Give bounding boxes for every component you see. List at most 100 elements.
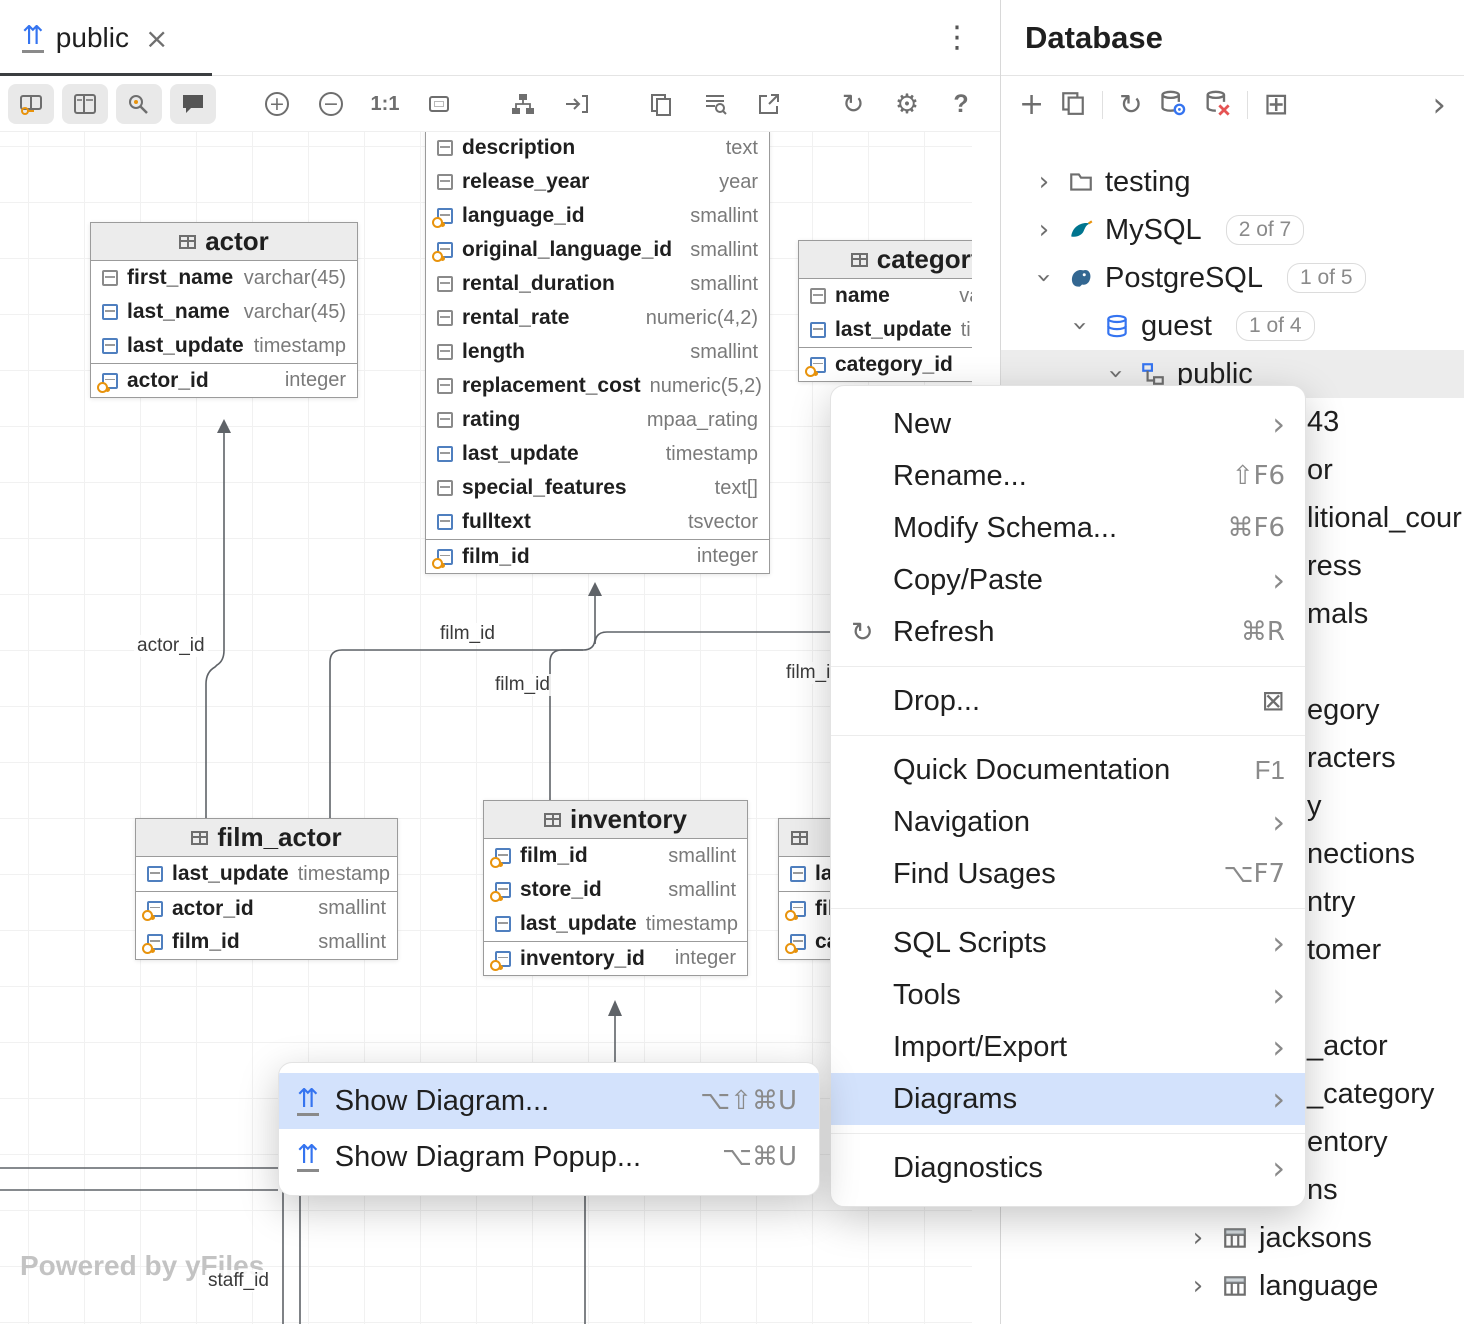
table-row[interactable]: last_updatetimestamp: [799, 313, 972, 347]
menu-item-refresh[interactable]: ↻Refresh⌘R: [831, 606, 1305, 658]
tree-item-partial[interactable]: ›: [1001, 1310, 1464, 1324]
table-row[interactable]: original_language_idsmallint: [426, 233, 769, 267]
chevron-right-icon[interactable]: ›: [1031, 217, 1057, 243]
table-node-category[interactable]: category namevarchar last_updatetimestam…: [798, 240, 972, 382]
refresh-button[interactable]: ↻: [830, 84, 876, 124]
show-keys-button[interactable]: [116, 84, 162, 124]
table-row[interactable]: lengthsmallint: [426, 335, 769, 369]
table-row[interactable]: rental_durationsmallint: [426, 267, 769, 301]
table-row[interactable]: last_updatetimestamp: [136, 857, 397, 891]
table-row[interactable]: special_featurestext[]: [426, 471, 769, 505]
table-row[interactable]: fulltexttsvector: [426, 505, 769, 539]
tree-item-mysql[interactable]: › MySQL 2 of 7: [1001, 206, 1464, 254]
table-row[interactable]: first_namevarchar(45): [91, 261, 357, 295]
actual-size-button[interactable]: 1:1: [362, 84, 408, 124]
menu-item-copy-paste[interactable]: Copy/Paste›: [831, 554, 1305, 606]
table-row[interactable]: category_id: [799, 347, 972, 381]
menu-item-rename[interactable]: Rename...⇧F6: [831, 450, 1305, 502]
table-row[interactable]: film_idinteger: [426, 539, 769, 573]
menu-item-tools[interactable]: Tools›: [831, 969, 1305, 1021]
show-key-columns-button[interactable]: [8, 84, 54, 124]
close-tab-icon[interactable]: ×: [145, 22, 168, 55]
settings-button[interactable]: ⚙: [884, 84, 930, 124]
table-row[interactable]: last_updatetimestamp: [91, 329, 357, 363]
chevron-down-icon[interactable]: ›: [1067, 313, 1093, 339]
table-row[interactable]: release_yearyear: [426, 165, 769, 199]
column-name: store_id: [520, 878, 602, 902]
table-node-film[interactable]: descriptiontext release_yearyear languag…: [425, 132, 770, 574]
menu-item-new[interactable]: New›: [831, 398, 1305, 450]
connection-count-badge: 2 of 7: [1226, 215, 1305, 245]
chevron-right-icon[interactable]: ›: [1185, 1273, 1211, 1299]
table-row[interactable]: namevarchar: [799, 279, 972, 313]
table-header[interactable]: actor: [91, 223, 357, 261]
tree-item-guest[interactable]: › guest 1 of 4: [1001, 302, 1464, 350]
show-column-properties-button[interactable]: [62, 84, 108, 124]
table-row[interactable]: film_idsmallint: [136, 925, 397, 959]
tree-item-jacksons[interactable]: › jacksons: [1001, 1214, 1464, 1262]
table-row[interactable]: last_namevarchar(45): [91, 295, 357, 329]
table-header[interactable]: film_actor: [136, 819, 397, 857]
table-row[interactable]: actor_idinteger: [91, 363, 357, 397]
table-node-actor[interactable]: actor first_namevarchar(45) last_namevar…: [90, 222, 358, 398]
table-row[interactable]: replacement_costnumeric(5,2): [426, 369, 769, 403]
table-row[interactable]: ratingmpaa_rating: [426, 403, 769, 437]
table-row[interactable]: store_idsmallint: [484, 873, 747, 907]
editor-options-icon[interactable]: ⋮: [942, 20, 972, 55]
chevron-down-icon[interactable]: ›: [1103, 361, 1129, 387]
duplicate-button[interactable]: [1060, 90, 1086, 121]
menu-item-show-diagram[interactable]: ⇈ Show Diagram... ⌥⇧⌘U: [279, 1073, 819, 1129]
tree-item-label: 43: [1307, 406, 1339, 439]
route-edges-button[interactable]: [554, 84, 600, 124]
table-header[interactable]: inventory: [484, 801, 747, 839]
chevron-down-icon[interactable]: ›: [1031, 265, 1057, 291]
menu-item-navigation[interactable]: Navigation›: [831, 796, 1305, 848]
table-row[interactable]: inventory_idinteger: [484, 941, 747, 975]
menu-item-sql-scripts[interactable]: SQL Scripts›: [831, 917, 1305, 969]
copy-diagram-button[interactable]: [638, 84, 684, 124]
connection-count-badge: 1 of 5: [1287, 263, 1366, 293]
table-row[interactable]: rental_ratenumeric(4,2): [426, 301, 769, 335]
zoom-out-button[interactable]: −: [308, 84, 354, 124]
panel-more-chevron-icon[interactable]: ›: [1432, 88, 1446, 122]
open-in-new-window-button[interactable]: [746, 84, 792, 124]
menu-item-import-export[interactable]: Import/Export›: [831, 1021, 1305, 1073]
show-comments-button[interactable]: [170, 84, 216, 124]
fit-content-button[interactable]: [416, 84, 462, 124]
table-row[interactable]: descriptiontext: [426, 132, 769, 165]
menu-item-show-diagram-popup[interactable]: ⇈ Show Diagram Popup... ⌥⌘U: [279, 1129, 819, 1185]
table-node-film-actor[interactable]: film_actor last_updatetimestamp actor_id…: [135, 818, 398, 960]
tree-item-language[interactable]: › language: [1001, 1262, 1464, 1310]
menu-item-modify-schema[interactable]: Modify Schema...⌘F6: [831, 502, 1305, 554]
table-node-inventory[interactable]: inventory film_idsmallint store_idsmalli…: [483, 800, 748, 976]
new-datasource-button[interactable]: +: [1019, 90, 1044, 120]
menu-item-find-usages[interactable]: Find Usages⌥F7: [831, 848, 1305, 900]
chevron-right-icon[interactable]: ›: [1185, 1225, 1211, 1251]
tab-public[interactable]: ⇈ public ×: [0, 0, 188, 76]
column-name: inventory_id: [520, 947, 645, 971]
table-row[interactable]: last_updatetimestamp: [426, 437, 769, 471]
table-row[interactable]: language_idsmallint: [426, 199, 769, 233]
menu-item-diagnostics[interactable]: Diagnostics›: [831, 1142, 1305, 1194]
zoom-in-button[interactable]: +: [254, 84, 300, 124]
table-row[interactable]: last_updatetimestamp: [484, 907, 747, 941]
column-name: last_update: [462, 442, 579, 466]
tree-item-testing[interactable]: › testing: [1001, 158, 1464, 206]
menu-item-drop[interactable]: Drop...⊠: [831, 675, 1305, 727]
table-row[interactable]: film_idsmallint: [484, 839, 747, 873]
chevron-right-icon[interactable]: ›: [1031, 169, 1057, 195]
help-button[interactable]: ?: [938, 84, 984, 124]
table-row[interactable]: actor_idsmallint: [136, 891, 397, 925]
column-name: film_id: [462, 545, 530, 569]
menu-item-quick-documentation[interactable]: Quick DocumentationF1: [831, 744, 1305, 796]
disconnect-button[interactable]: [1203, 89, 1231, 122]
auto-layout-button[interactable]: [500, 84, 546, 124]
tree-item-postgresql[interactable]: › PostgreSQL 1 of 5: [1001, 254, 1464, 302]
datasource-properties-button[interactable]: [1159, 89, 1187, 122]
menu-item-diagrams[interactable]: Diagrams›: [831, 1073, 1305, 1125]
table-view-button[interactable]: ⊞: [1264, 90, 1289, 120]
drop-icon: ⊠: [1262, 687, 1285, 715]
table-header[interactable]: category: [799, 241, 972, 279]
refresh-icon[interactable]: ↻: [1119, 91, 1142, 119]
preview-contents-button[interactable]: [692, 84, 738, 124]
